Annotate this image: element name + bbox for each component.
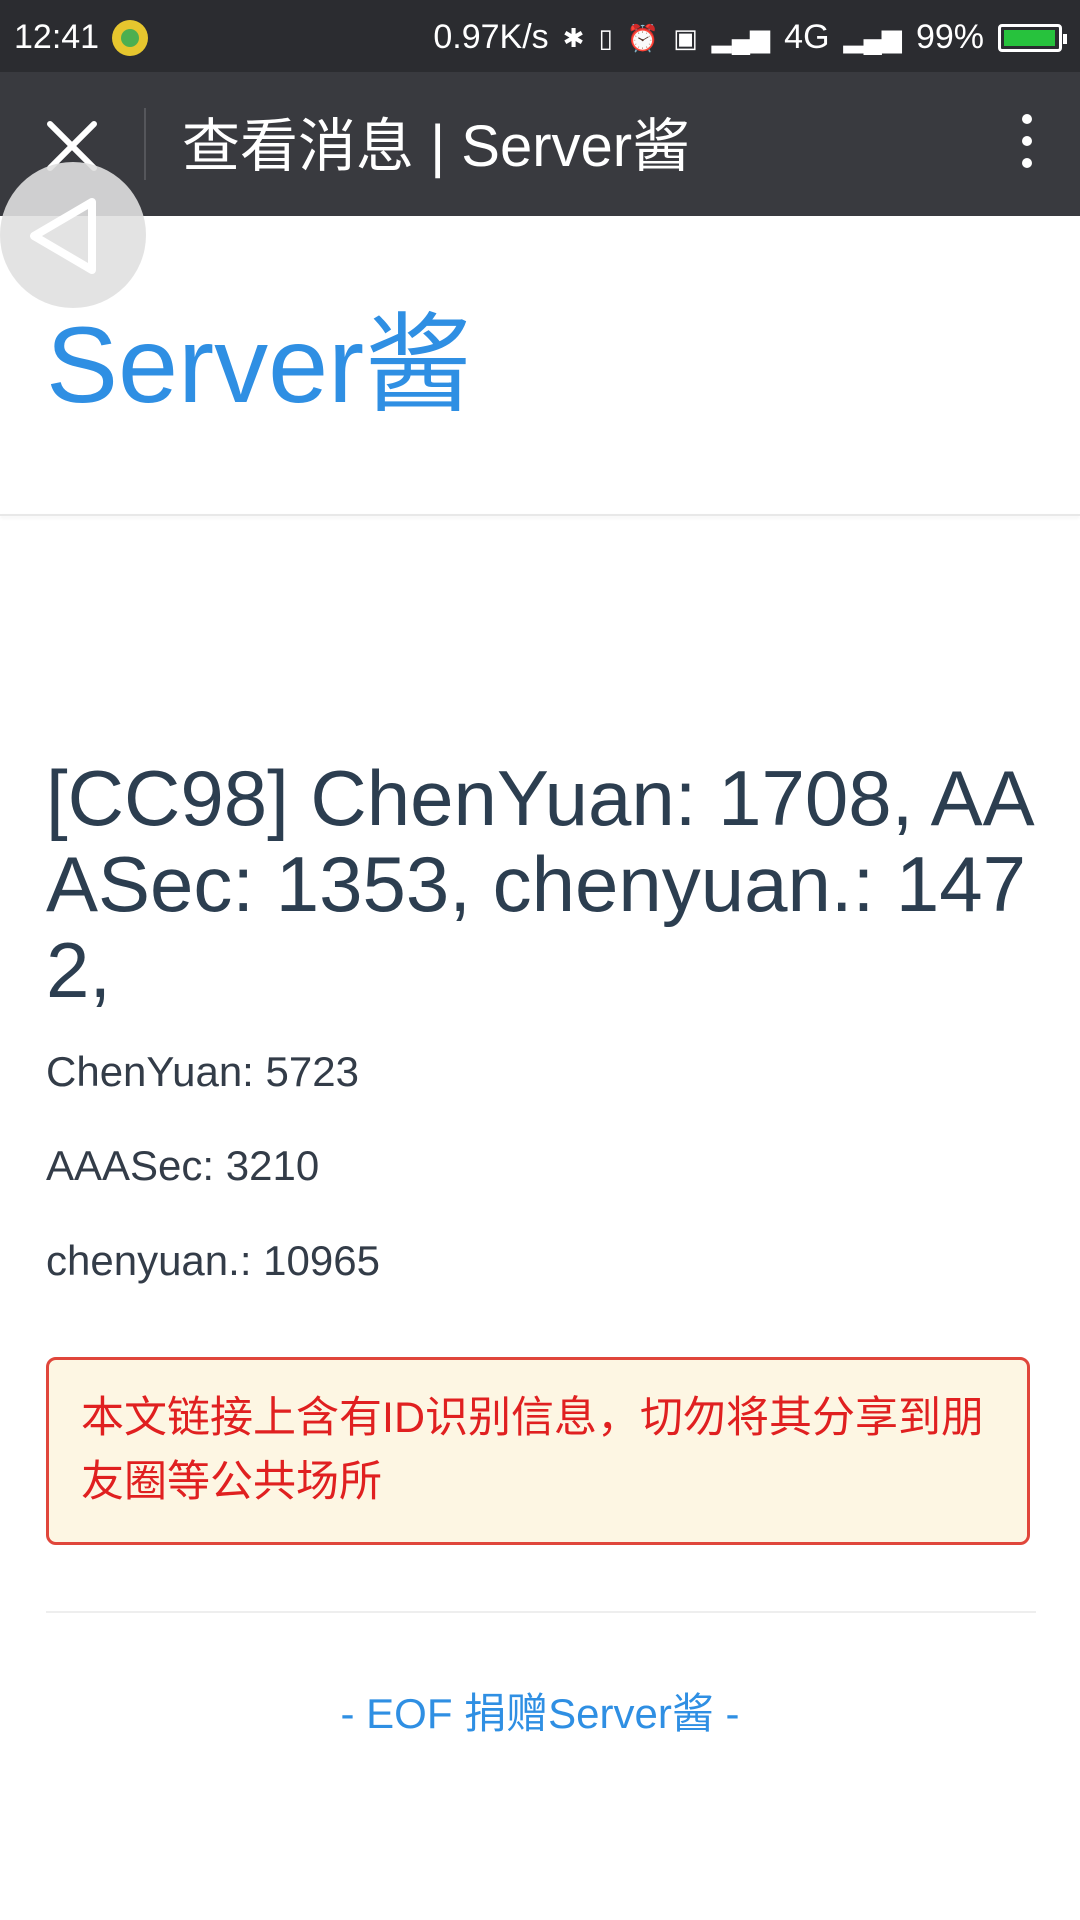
more-menu-icon[interactable] (1012, 114, 1042, 178)
message-title: [CC98] ChenYuan: 1708, AAASec: 1353, che… (46, 754, 1035, 1014)
app-notification-icon (112, 20, 148, 56)
title-bar: 查看消息 | Server酱 (0, 72, 1080, 216)
signal-icon-2: ▂▄▆ (843, 22, 902, 53)
alarm-icon: ⏰ (626, 22, 660, 53)
title-divider (144, 108, 146, 180)
status-right: 0.97K/s ✱ ▯ ⏰ ▣ ▂▄▆ 4G ▂▄▆ 99% (433, 18, 1067, 57)
network-type: 4G (784, 18, 830, 56)
vibrate-icon: ▯ (598, 22, 613, 53)
footer-divider (46, 1611, 1036, 1613)
page-title: 查看消息 | Server酱 (182, 114, 691, 179)
signal-icon: ▂▄▆ (711, 22, 771, 53)
message-line: ChenYuan: 5723 (46, 1048, 359, 1095)
warning-text: 本文链接上含有ID识别信息，切勿将其分享到朋友圈等公共场所 (81, 1394, 984, 1506)
hd-icon: ▣ (673, 22, 698, 53)
back-triangle-icon (30, 198, 96, 274)
floating-back-button[interactable] (0, 162, 146, 308)
status-time: 12:41 (14, 18, 100, 56)
battery-percent: 99% (915, 18, 984, 56)
message-line: AAASec: 3210 (46, 1142, 320, 1189)
status-bar: 12:41 0.97K/s ✱ ▯ ⏰ ▣ ▂▄▆ 4G ▂▄▆ 99% (0, 0, 1080, 72)
bluetooth-icon: ✱ (562, 22, 585, 53)
net-speed: 0.97K/s (433, 18, 549, 56)
warning-box: 本文链接上含有ID识别信息，切勿将其分享到朋友圈等公共场所 (46, 1357, 1030, 1545)
header-divider (0, 514, 1080, 516)
message-line: chenyuan.: 10965 (46, 1237, 380, 1284)
battery-icon (998, 23, 1067, 52)
donate-link[interactable]: - EOF 捐赠Server酱 - (0, 1680, 1080, 1741)
site-logo[interactable]: Server酱 (46, 300, 472, 430)
